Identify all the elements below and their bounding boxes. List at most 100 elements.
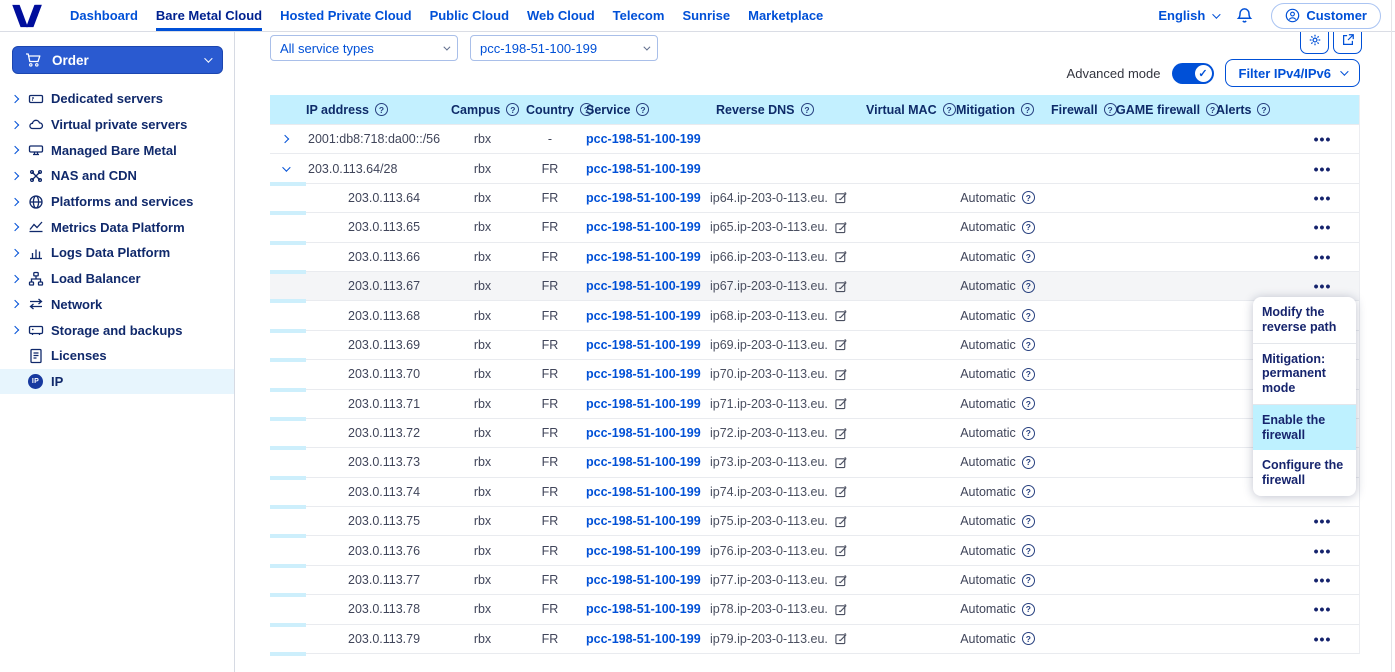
- edit-reverse-icon[interactable]: [835, 250, 848, 263]
- chevron-right-icon[interactable]: [10, 326, 18, 334]
- edit-reverse-icon[interactable]: [835, 632, 848, 645]
- row-actions-button[interactable]: •••: [1285, 572, 1360, 588]
- help-icon[interactable]: ?: [506, 103, 519, 116]
- row-actions-button[interactable]: •••: [1285, 190, 1360, 206]
- help-icon[interactable]: ?: [1022, 603, 1035, 616]
- edit-reverse-icon[interactable]: [835, 574, 848, 587]
- help-icon[interactable]: ?: [1022, 544, 1035, 557]
- nav-item-dashboard[interactable]: Dashboard: [70, 0, 138, 31]
- nav-item-marketplace[interactable]: Marketplace: [748, 0, 823, 31]
- help-icon[interactable]: ?: [1022, 221, 1035, 234]
- sidebar-item-platforms-and-services[interactable]: Platforms and services: [0, 189, 234, 215]
- sidebar-item-licenses[interactable]: Licenses: [0, 343, 234, 369]
- chevron-right-icon[interactable]: [10, 146, 18, 154]
- nav-item-telecom[interactable]: Telecom: [613, 0, 665, 31]
- service-link[interactable]: pcc-198-51-100-199: [586, 426, 701, 440]
- nav-item-sunrise[interactable]: Sunrise: [682, 0, 730, 31]
- help-icon[interactable]: ?: [1022, 368, 1035, 381]
- edit-reverse-icon[interactable]: [835, 544, 848, 557]
- service-link[interactable]: pcc-198-51-100-199: [586, 338, 701, 352]
- nav-item-public-cloud[interactable]: Public Cloud: [430, 0, 509, 31]
- sidebar-item-storage-and-backups[interactable]: Storage and backups: [0, 317, 234, 343]
- row-actions-button[interactable]: •••: [1285, 601, 1360, 617]
- edit-reverse-icon[interactable]: [835, 280, 848, 293]
- edit-reverse-icon[interactable]: [835, 485, 848, 498]
- help-icon[interactable]: ?: [1022, 338, 1035, 351]
- sidebar-item-load-balancer[interactable]: Load Balancer: [0, 266, 234, 292]
- sidebar-item-metrics-data-platform[interactable]: Metrics Data Platform: [0, 214, 234, 240]
- service-link[interactable]: pcc-198-51-100-199: [586, 279, 701, 293]
- context-menu-item-enable-the-firewall[interactable]: Enable the firewall: [1253, 405, 1356, 451]
- help-icon[interactable]: ?: [1022, 485, 1035, 498]
- context-menu-item-mitigation-permanent-mode[interactable]: Mitigation: permanent mode: [1253, 344, 1356, 404]
- sidebar-item-nas-and-cdn[interactable]: NAS and CDN: [0, 163, 234, 189]
- chevron-right-icon[interactable]: [10, 300, 18, 308]
- edit-reverse-icon[interactable]: [835, 191, 848, 204]
- sidebar-item-dedicated-servers[interactable]: Dedicated servers: [0, 86, 234, 112]
- chevron-down-icon[interactable]: [282, 163, 290, 171]
- chevron-right-icon[interactable]: [10, 95, 18, 103]
- help-icon[interactable]: ?: [1022, 397, 1035, 410]
- nav-item-hosted-private-cloud[interactable]: Hosted Private Cloud: [280, 0, 411, 31]
- edit-reverse-icon[interactable]: [835, 221, 848, 234]
- edit-reverse-icon[interactable]: [835, 397, 848, 410]
- edit-reverse-icon[interactable]: [835, 309, 848, 322]
- export-button[interactable]: [1333, 32, 1362, 54]
- help-icon[interactable]: ?: [636, 103, 649, 116]
- row-actions-button[interactable]: •••: [1285, 131, 1360, 147]
- chevron-right-icon[interactable]: [10, 249, 18, 257]
- service-link[interactable]: pcc-198-51-100-199: [586, 367, 701, 381]
- service-link[interactable]: pcc-198-51-100-199: [586, 514, 701, 528]
- sidebar-item-ip[interactable]: IPIP: [0, 369, 234, 395]
- row-actions-button[interactable]: •••: [1285, 161, 1360, 177]
- service-link[interactable]: pcc-198-51-100-199: [586, 397, 701, 411]
- chevron-right-icon[interactable]: [10, 120, 18, 128]
- account-button[interactable]: Customer: [1271, 3, 1381, 29]
- row-actions-button[interactable]: •••: [1285, 513, 1360, 529]
- help-icon[interactable]: ?: [1022, 191, 1035, 204]
- context-menu-item-configure-the-firewall[interactable]: Configure the firewall: [1253, 450, 1356, 496]
- advanced-mode-toggle[interactable]: ✓: [1172, 63, 1214, 84]
- service-link[interactable]: pcc-198-51-100-199: [586, 250, 701, 264]
- language-selector[interactable]: English: [1158, 8, 1218, 23]
- chevron-right-icon[interactable]: [10, 197, 18, 205]
- chevron-right-icon[interactable]: [10, 223, 18, 231]
- edit-reverse-icon[interactable]: [835, 515, 848, 528]
- help-icon[interactable]: ?: [1022, 427, 1035, 440]
- help-icon[interactable]: ?: [1021, 103, 1034, 116]
- sidebar-item-virtual-private-servers[interactable]: Virtual private servers: [0, 112, 234, 138]
- help-icon[interactable]: ?: [1022, 456, 1035, 469]
- service-select[interactable]: pcc-198-51-100-199: [470, 35, 658, 61]
- service-link[interactable]: pcc-198-51-100-199: [586, 544, 701, 558]
- service-link[interactable]: pcc-198-51-100-199: [586, 309, 701, 323]
- help-icon[interactable]: ?: [1022, 515, 1035, 528]
- bell-icon[interactable]: [1236, 7, 1253, 24]
- order-button[interactable]: Order: [12, 46, 223, 74]
- row-actions-button[interactable]: •••: [1285, 219, 1360, 235]
- edit-reverse-icon[interactable]: [835, 456, 848, 469]
- chevron-right-icon[interactable]: [10, 274, 18, 282]
- help-icon[interactable]: ?: [801, 103, 814, 116]
- row-actions-button[interactable]: •••: [1285, 249, 1360, 265]
- service-link[interactable]: pcc-198-51-100-199: [586, 602, 701, 616]
- help-icon[interactable]: ?: [375, 103, 388, 116]
- help-icon[interactable]: ?: [1022, 574, 1035, 587]
- row-actions-button[interactable]: •••: [1285, 543, 1360, 559]
- edit-reverse-icon[interactable]: [835, 338, 848, 351]
- service-link[interactable]: pcc-198-51-100-199: [586, 220, 701, 234]
- service-link[interactable]: pcc-198-51-100-199: [586, 632, 701, 646]
- help-icon[interactable]: ?: [1022, 632, 1035, 645]
- service-link[interactable]: pcc-198-51-100-199: [586, 455, 701, 469]
- row-actions-button[interactable]: •••: [1285, 278, 1360, 294]
- sidebar-item-network[interactable]: Network: [0, 292, 234, 318]
- nav-item-web-cloud[interactable]: Web Cloud: [527, 0, 595, 31]
- filter-ip-version-button[interactable]: Filter IPv4/IPv6: [1225, 59, 1361, 87]
- sidebar-item-managed-bare-metal[interactable]: Managed Bare Metal: [0, 137, 234, 163]
- help-icon[interactable]: ?: [1022, 280, 1035, 293]
- service-link[interactable]: pcc-198-51-100-199: [586, 132, 701, 146]
- edit-reverse-icon[interactable]: [835, 603, 848, 616]
- nav-item-bare-metal-cloud[interactable]: Bare Metal Cloud: [156, 0, 262, 31]
- service-link[interactable]: pcc-198-51-100-199: [586, 191, 701, 205]
- edit-reverse-icon[interactable]: [835, 427, 848, 440]
- context-menu-item-modify-the-reverse-path[interactable]: Modify the reverse path: [1253, 297, 1356, 343]
